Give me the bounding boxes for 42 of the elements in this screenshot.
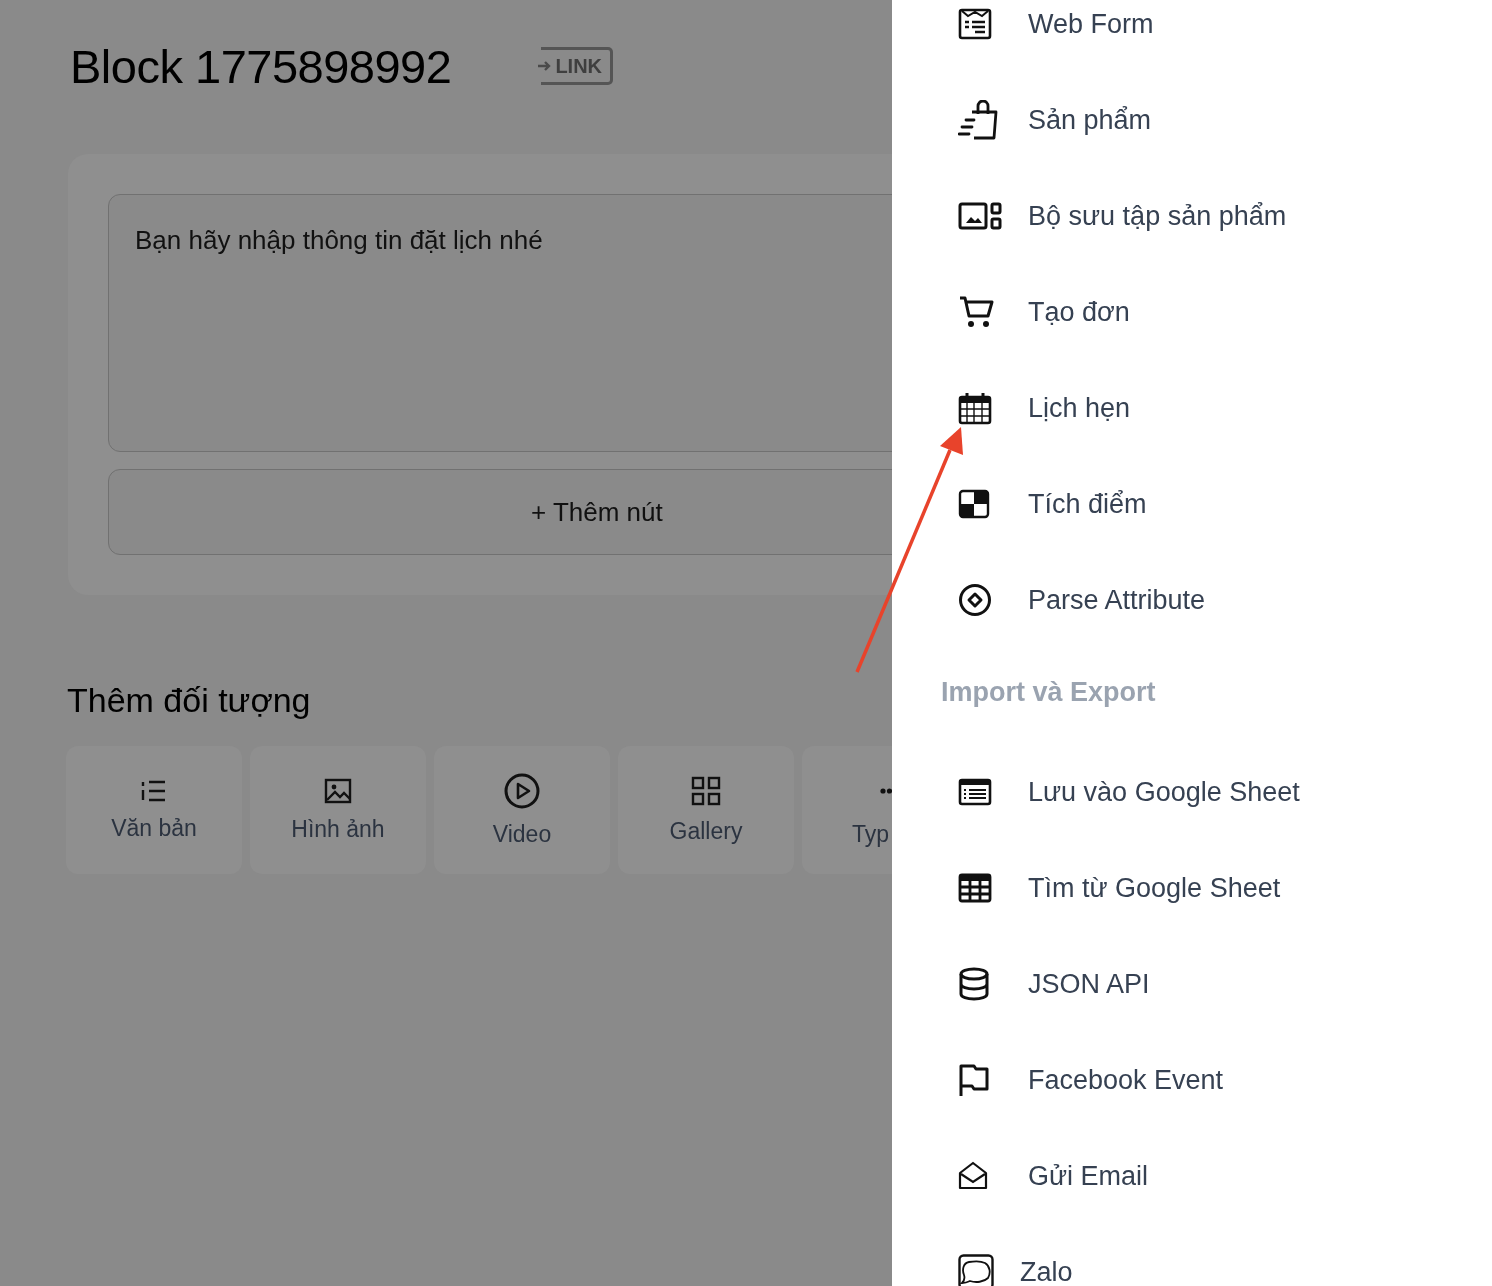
table-icon [958,873,992,903]
section-label: Import và Export [940,675,1157,709]
shopping-bag-icon [958,100,1000,140]
chat-bubble-icon [958,1254,994,1286]
object-tile[interactable]: Video [434,746,610,874]
section-heading: Thêm đối tượng [67,681,312,720]
menu-item[interactable]: Lịch hẹn [940,360,1492,456]
list-sheet-icon [958,778,992,806]
message-field[interactable]: Bạn hãy nhập thông tin đặt lịch nhé [108,194,892,452]
object-tile[interactable]: Văn bản [66,746,242,874]
block-title: Block 1775898992 [70,38,452,94]
checkered-square-icon [958,489,990,519]
menu-item[interactable]: Web Form [940,0,1492,72]
object-tile[interactable]: Hình ảnh [250,746,426,874]
menu-item[interactable]: JSON API [940,936,1492,1032]
play-icon [504,772,540,809]
menu-item[interactable]: Gửi Email [940,1128,1492,1224]
add-button[interactable]: + Thêm nút [108,469,892,555]
image-grid-icon [958,202,1002,230]
menu-item[interactable]: Sản phẩm [940,72,1492,168]
calendar-icon [958,391,992,425]
diamond-circle-icon [958,583,992,617]
flag-icon [958,1063,990,1097]
menu-item[interactable]: Parse Attribute [940,552,1492,648]
arrow-icon [538,60,553,72]
envelope-icon [958,1161,988,1191]
menu-item[interactable]: Zalo [940,1224,1492,1286]
database-icon [958,967,990,1001]
form-icon [958,7,992,41]
menu-item[interactable]: Lưu vào Google Sheet [940,744,1492,840]
menu-item[interactable]: Tìm từ Google Sheet [940,840,1492,936]
menu-item[interactable]: Tích điểm [940,456,1492,552]
menu-item[interactable]: Tạo đơn [940,264,1492,360]
dots-icon [880,787,892,794]
image-icon [324,777,352,804]
menu-item[interactable]: Facebook Event [940,1032,1492,1128]
grid-icon [691,775,721,806]
cart-icon [958,295,996,329]
object-tile[interactable]: Gallery [618,746,794,874]
list-icon [141,778,167,803]
menu-item[interactable]: Bộ sưu tập sản phẩm [940,168,1492,264]
object-tile[interactable]: Typ [802,746,892,874]
